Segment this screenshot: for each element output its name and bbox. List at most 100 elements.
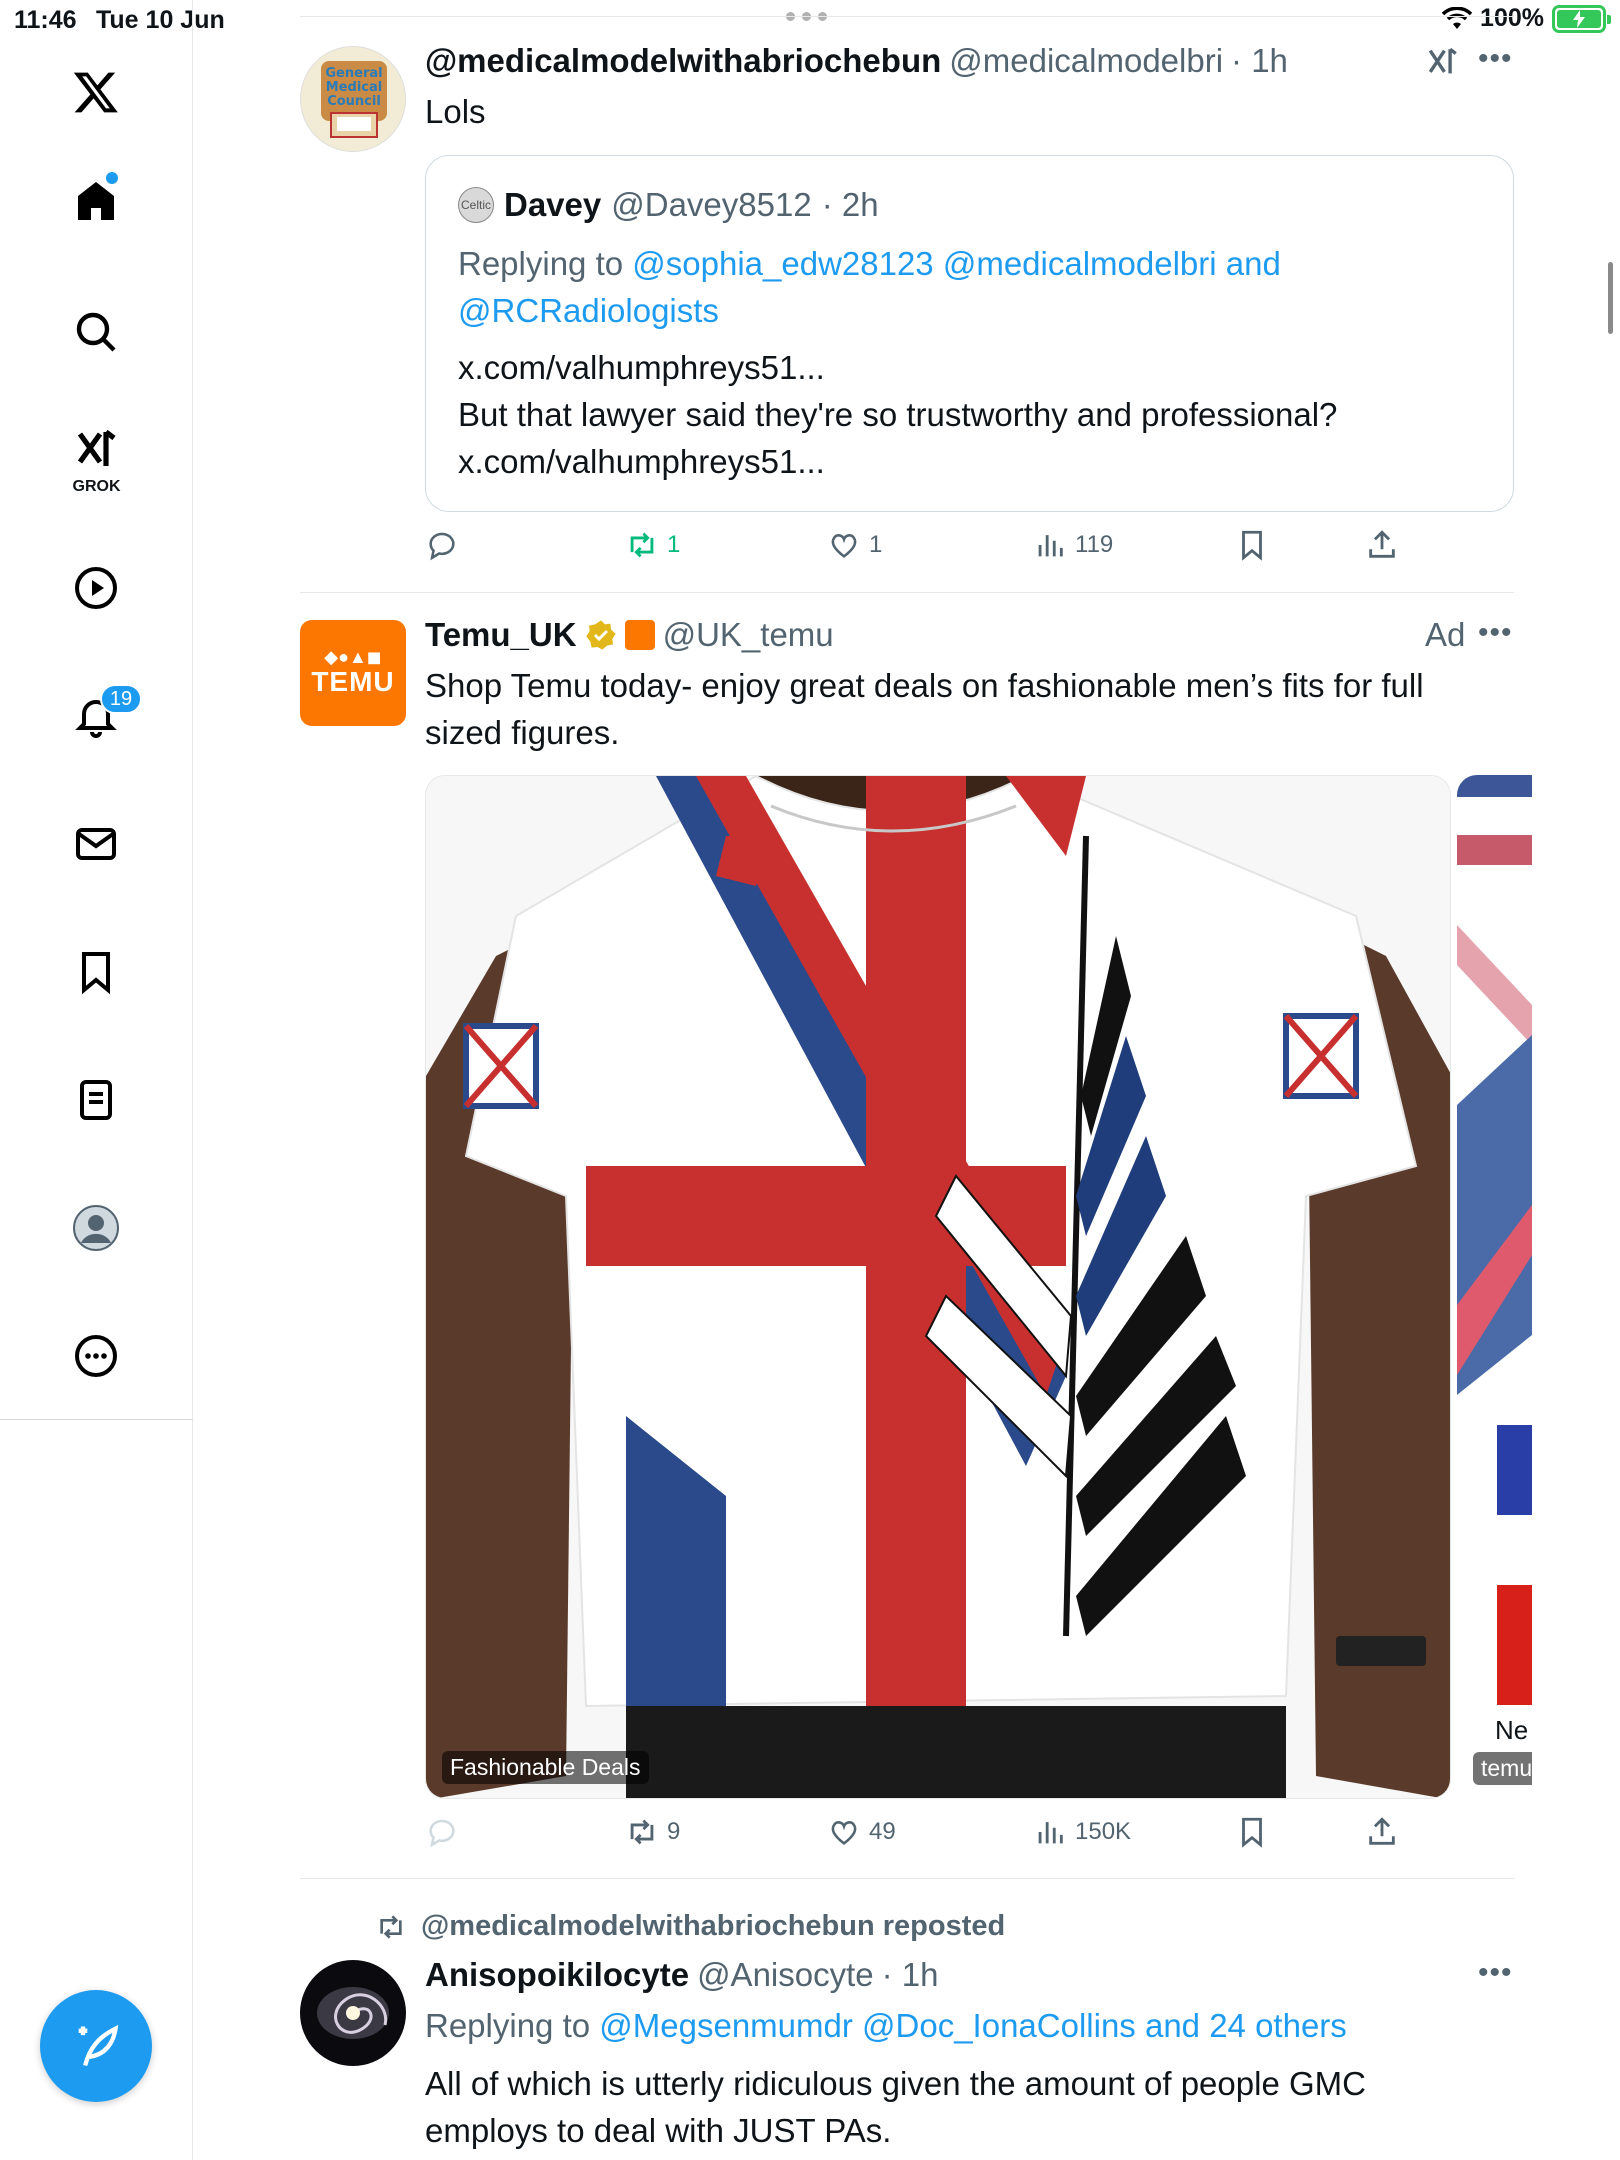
reply-button[interactable]: [425, 1815, 459, 1849]
tweet-actions: 9 49 150K: [425, 1815, 1514, 1865]
retweet-count: 1: [667, 531, 681, 558]
sidebar-divider: [0, 1419, 193, 1420]
view-count: 119: [1075, 531, 1114, 558]
quote-link-1[interactable]: x.com/valhumphreys51...: [458, 344, 1478, 391]
affiliate-badge-icon: [624, 620, 655, 650]
tweet-text: Shop Temu today- enjoy great deals on fa…: [425, 667, 1424, 751]
views-button[interactable]: 119: [1033, 528, 1113, 562]
grok-icon[interactable]: [64, 418, 128, 482]
quote-display-name: Davey: [504, 186, 602, 223]
heart-icon: [831, 1821, 857, 1845]
bookmarks-icon[interactable]: [64, 940, 128, 1004]
display-name[interactable]: Temu_UK: [425, 616, 577, 654]
views-chart-icon: [1038, 1822, 1063, 1844]
video-icon[interactable]: [64, 556, 128, 620]
lists-icon[interactable]: [64, 1068, 128, 1132]
scrollbar[interactable]: [1608, 262, 1613, 334]
notifications-badge: 19: [100, 684, 142, 714]
bookmark-button[interactable]: [1235, 1815, 1269, 1849]
share-icon: [1369, 1817, 1395, 1845]
compose-feather-icon: [78, 2024, 119, 2067]
home-icon[interactable]: [64, 170, 128, 234]
avatar[interactable]: [300, 1960, 406, 2066]
sidebar-nav: GROK 19: [0, 0, 193, 2160]
like-button[interactable]: 1: [827, 528, 882, 562]
temu-logo-shapes-icon: ◆●▲◼: [324, 647, 382, 667]
messages-icon[interactable]: [64, 812, 128, 876]
bookmark-button[interactable]: [1235, 528, 1269, 562]
media2-label: temu: [1473, 1752, 1532, 1785]
like-button[interactable]: 49: [827, 1815, 896, 1849]
battery-percent: 100%: [1480, 4, 1544, 32]
retweet-button[interactable]: 1: [625, 528, 680, 562]
repost-icon: [380, 1914, 402, 1939]
ad-label: Ad: [1425, 616, 1466, 653]
reply-mention-links[interactable]: @Megsenmumdr @Doc_IonaCollins and 24 oth…: [599, 2007, 1347, 2044]
replying-to-line: Replying to @Megsenmumdr @Doc_IonaCollin…: [425, 2007, 1347, 2044]
wifi-icon: [1442, 6, 1473, 29]
union-jack-banner-image: [1457, 775, 1532, 1799]
home-unread-dot: [106, 172, 118, 184]
repost-context: @medicalmodelwithabriochebun reposted: [375, 1910, 1005, 1943]
ad-media-image[interactable]: Fashionable Deals: [425, 775, 1451, 1799]
more-options-icon[interactable]: •••: [1478, 616, 1513, 650]
avatar[interactable]: General Medical Council: [300, 46, 406, 152]
tweet-header: @medicalmodelwithabriochebun @medicalmod…: [425, 42, 1288, 80]
views-chart-icon: [1038, 535, 1063, 557]
ad-media-image-next[interactable]: Ne temu: [1457, 775, 1532, 1799]
search-icon[interactable]: [64, 300, 128, 364]
gmc-cartoon-avatar: General Medical Council: [301, 47, 405, 151]
grok-label: GROK: [72, 478, 121, 495]
retweet-icon: [630, 532, 654, 558]
temu-logo-avatar[interactable]: ◆●▲◼ TEMU: [300, 620, 406, 726]
views-button[interactable]: 150K: [1033, 1815, 1131, 1849]
handle[interactable]: @Anisocyte: [697, 1956, 874, 1994]
share-button[interactable]: [1365, 1815, 1399, 1849]
more-options-icon[interactable]: •••: [1478, 1956, 1513, 1990]
quote-link-2[interactable]: x.com/valhumphreys51...: [458, 438, 1478, 485]
tweet-text: All of which is utterly ridiculous given…: [425, 2065, 1366, 2149]
tweet-divider: [300, 592, 1514, 593]
timestamp[interactable]: · 1h: [882, 1956, 939, 1994]
quote-text: But that lawyer said they're so trustwor…: [458, 396, 1338, 433]
quote-replying-to: Replying to @sophia_edw28123 @medicalmod…: [458, 245, 1281, 329]
retweet-button[interactable]: 9: [625, 1815, 680, 1849]
quoted-tweet[interactable]: Celtic Davey @Davey8512 · 2h Replying to…: [425, 155, 1514, 512]
avatar-text-3: Council: [327, 94, 381, 109]
avatar-text-1: General: [325, 66, 382, 81]
tweet-text: Lols: [425, 93, 486, 130]
quote-avatar: Celtic: [458, 187, 494, 223]
quote-header: Celtic Davey @Davey8512 · 2h: [458, 186, 879, 224]
tweet-header: Temu_UK @UK_temu: [425, 616, 834, 654]
profile-avatar-icon[interactable]: [64, 1196, 128, 1260]
reply-icon: [429, 1819, 455, 1848]
media-label: Fashionable Deals: [442, 1751, 649, 1784]
handle[interactable]: @medicalmodelbri: [949, 42, 1223, 80]
heart-icon: [831, 534, 857, 558]
like-count: 49: [869, 1818, 896, 1845]
repost-label[interactable]: @medicalmodelwithabriochebun reposted: [421, 1910, 1005, 1943]
union-jack-tshirt-image: [426, 776, 1450, 1798]
retweet-icon: [630, 1819, 654, 1845]
display-name[interactable]: Anisopoikilocyte: [425, 1956, 689, 1994]
temu-logo-text: TEMU: [311, 666, 395, 697]
timestamp[interactable]: · 1h: [1231, 42, 1288, 80]
compose-post-button[interactable]: [40, 1990, 152, 2102]
retweet-count: 9: [667, 1818, 681, 1845]
verified-gold-badge-icon: [585, 620, 616, 650]
tweet-divider: [300, 1878, 1514, 1879]
share-button[interactable]: [1365, 528, 1399, 562]
battery-icon: [1552, 4, 1611, 33]
more-options-icon[interactable]: •••: [1478, 42, 1513, 76]
handle[interactable]: @UK_temu: [663, 616, 834, 654]
grok-icon[interactable]: [1426, 42, 1460, 87]
tweet-actions: 1 1 119: [425, 528, 1514, 578]
galaxy-avatar: [300, 1960, 406, 2066]
bookmark-icon: [1242, 1817, 1262, 1848]
reply-button[interactable]: [425, 528, 459, 562]
x-logo-icon[interactable]: [64, 60, 128, 124]
bookmark-icon: [1242, 530, 1262, 561]
display-name[interactable]: @medicalmodelwithabriochebun: [425, 42, 941, 80]
more-options-icon[interactable]: [64, 1324, 128, 1388]
status-bar: 11:46 Tue 10 Jun 100%: [0, 0, 1620, 40]
